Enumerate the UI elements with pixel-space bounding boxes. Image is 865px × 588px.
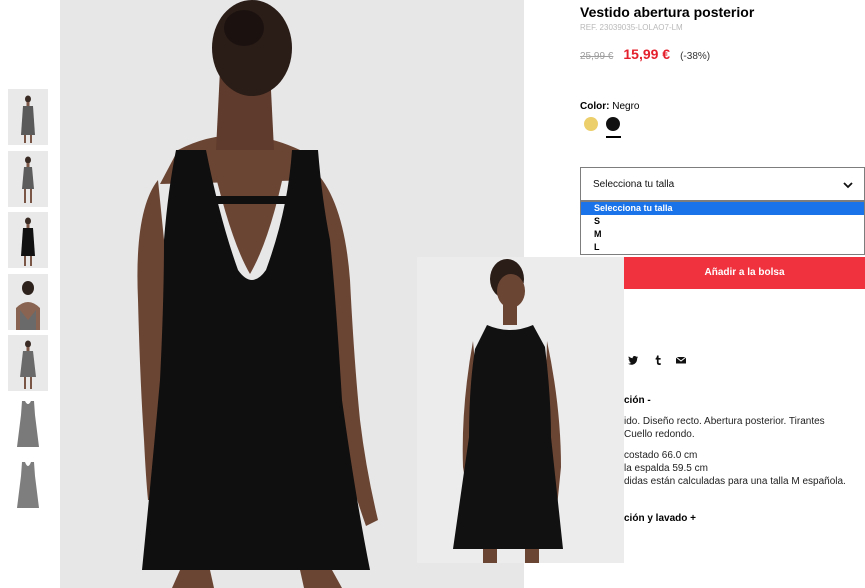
size-option[interactable]: S xyxy=(581,215,864,228)
thumbnail-4[interactable] xyxy=(8,274,48,330)
thumbnail-7[interactable] xyxy=(8,458,48,514)
thumbnail-5[interactable] xyxy=(8,335,48,391)
size-dropdown-list: Selecciona tu talla S M L xyxy=(580,201,865,255)
measure-line: didas están calculadas para una talla M … xyxy=(624,476,846,487)
size-option[interactable]: Selecciona tu talla xyxy=(581,202,864,215)
thumbnail-2[interactable] xyxy=(8,151,48,207)
description-line: Cuello redondo. xyxy=(624,429,695,440)
twitter-icon[interactable] xyxy=(627,354,639,366)
tumblr-icon[interactable] xyxy=(652,354,664,366)
description-line: ido. Diseño recto. Abertura posterior. T… xyxy=(624,416,825,427)
color-swatch-black[interactable] xyxy=(606,117,620,131)
measure-line: la espalda 59.5 cm xyxy=(624,463,708,474)
thumbnail-3[interactable] xyxy=(8,212,48,268)
size-select-value: Selecciona tu talla xyxy=(593,179,675,190)
product-title: Vestido abertura posterior xyxy=(580,4,755,20)
care-instructions-toggle[interactable]: ción y lavado + xyxy=(624,513,696,524)
thumbnail-1[interactable] xyxy=(8,89,48,145)
size-select[interactable]: Selecciona tu talla xyxy=(580,167,865,201)
color-selection-label: Color: Negro xyxy=(580,101,639,112)
product-page: Vestido abertura posterior REF. 23039035… xyxy=(0,0,865,588)
color-label: Color: xyxy=(580,101,610,112)
old-price: 25,99 € xyxy=(580,51,614,62)
zoom-preview-image xyxy=(417,257,624,563)
color-swatch-yellow[interactable] xyxy=(584,117,598,131)
price-row: 25,99 € 15,99 € (-38%) xyxy=(580,46,710,62)
add-to-bag-button[interactable]: Añadir a la bolsa xyxy=(624,257,865,289)
thumbnail-6[interactable] xyxy=(8,397,48,453)
discount-badge: (-38%) xyxy=(680,51,711,62)
selected-swatch-indicator xyxy=(606,136,621,138)
color-value: Negro xyxy=(612,101,640,112)
sale-price: 15,99 € xyxy=(623,46,671,62)
chevron-down-icon xyxy=(843,182,853,189)
measure-line: costado 66.0 cm xyxy=(624,450,698,461)
description-heading[interactable]: ción - xyxy=(624,395,651,406)
mail-icon[interactable] xyxy=(675,354,687,366)
product-reference: REF. 23039035-LOLAO7-LM xyxy=(580,23,683,32)
size-option[interactable]: M xyxy=(581,228,864,241)
size-option[interactable]: L xyxy=(581,241,864,254)
